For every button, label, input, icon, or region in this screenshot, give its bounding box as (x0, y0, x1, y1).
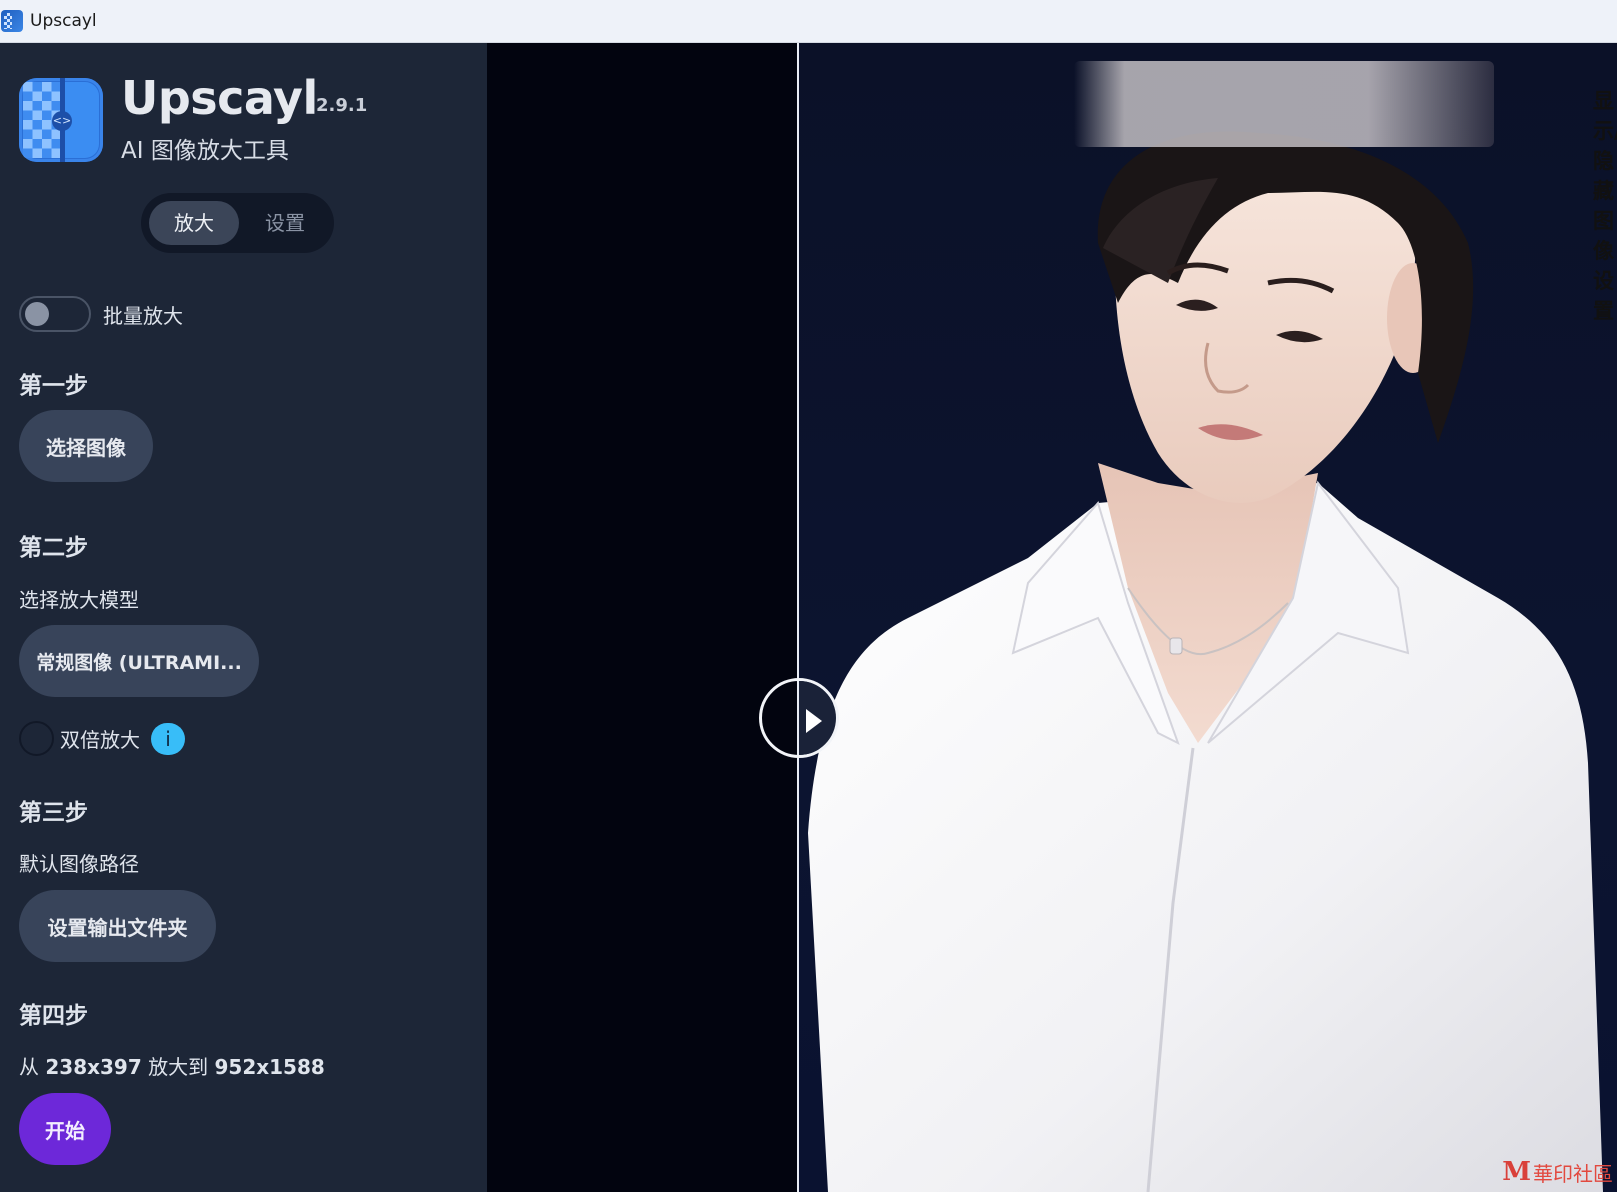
tab-settings[interactable]: 设置 (242, 201, 328, 245)
upscaled-image-pane (798, 43, 1617, 1192)
image-settings-toggle[interactable] (1074, 61, 1494, 147)
info-icon[interactable]: i (151, 723, 185, 755)
tab-upscale[interactable]: 放大 (149, 201, 239, 245)
upscayl-logo: <> (19, 78, 103, 162)
step2-heading: 第二步 (19, 535, 88, 561)
watermark-text: 華印社區 (1533, 1161, 1613, 1186)
batch-upscale-label: 批量放大 (103, 304, 183, 328)
double-upscale-label: 双倍放大 (60, 728, 140, 752)
window-titlebar: Upscayl (0, 0, 1617, 43)
app-icon (1, 10, 23, 32)
compare-slider-line[interactable] (797, 43, 799, 1192)
step1-heading: 第一步 (19, 373, 88, 399)
code-icon: <> (52, 111, 72, 131)
select-model-label: 选择放大模型 (19, 588, 139, 612)
scale-mid: 放大到 (141, 1055, 215, 1079)
sidebar: <> Upscayl 2.9.1 AI 图像放大工具 放大 设置 批量放大 第一… (0, 43, 487, 1192)
scale-info: 从 238x397 放大到 952x1588 (19, 1051, 325, 1080)
default-path-label: 默认图像路径 (19, 852, 139, 876)
model-select-button[interactable]: 常规图像 (ULTRAMI... (19, 625, 259, 697)
image-preview: 显示/隐藏图像设置 M 華印社區 (487, 43, 1617, 1192)
brand-name: Upscayl (121, 71, 318, 125)
batch-upscale-toggle[interactable] (19, 296, 91, 332)
to-size: 952x1588 (214, 1055, 325, 1079)
double-upscale-checkbox[interactable] (19, 721, 54, 756)
play-arrow-icon (806, 709, 822, 733)
select-image-button[interactable]: 选择图像 (19, 410, 153, 482)
original-image-pane (487, 43, 797, 1192)
scale-prefix: 从 (19, 1055, 46, 1079)
set-output-folder-button[interactable]: 设置输出文件夹 (19, 890, 216, 962)
image-settings-toggle-label[interactable]: 显示/隐藏图像设置 (1593, 85, 1617, 325)
mode-tabs: 放大 设置 (141, 193, 334, 253)
watermark: M 華印社區 (1502, 1154, 1613, 1190)
watermark-logo-icon: M (1502, 1157, 1531, 1187)
brand-subtitle: AI 图像放大工具 (121, 138, 289, 164)
step3-heading: 第三步 (19, 800, 88, 826)
start-button[interactable]: 开始 (19, 1093, 111, 1165)
step4-heading: 第四步 (19, 1003, 88, 1029)
brand-version: 2.9.1 (316, 95, 368, 116)
window-title: Upscayl (30, 11, 97, 31)
from-size: 238x397 (45, 1055, 142, 1079)
portrait-image (808, 131, 1603, 1192)
toggle-thumb (25, 302, 49, 326)
compare-slider-handle[interactable] (759, 678, 839, 758)
